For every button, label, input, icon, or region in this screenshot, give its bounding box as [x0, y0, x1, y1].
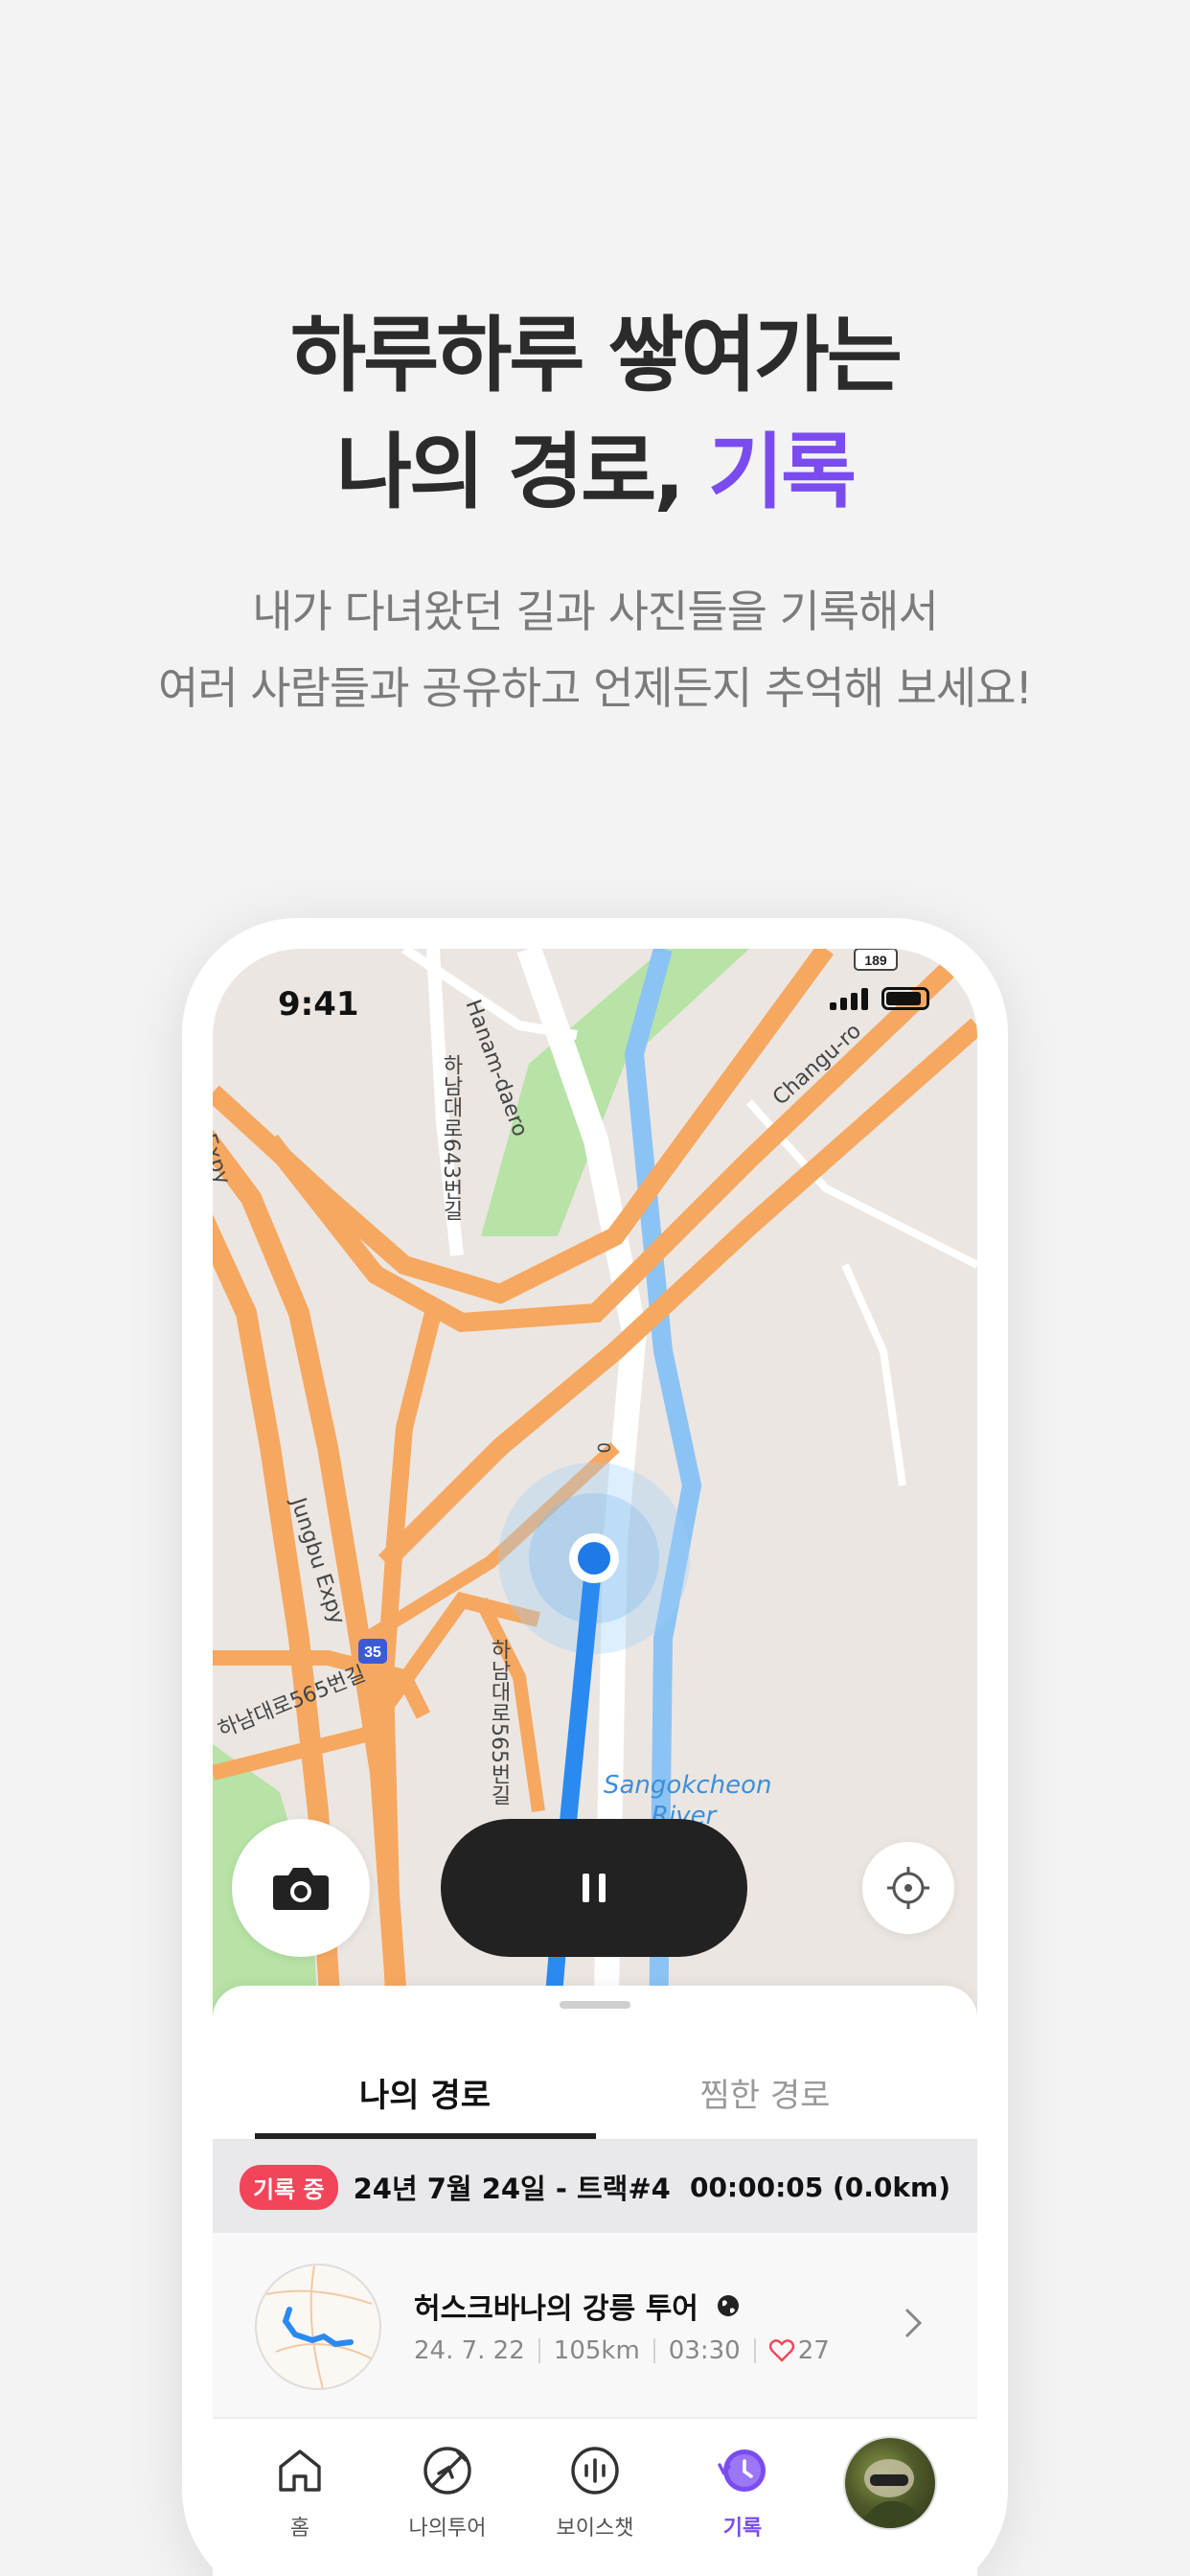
tab-my-routes[interactable]: 나의 경로	[255, 2072, 595, 2135]
label-river: Sangokcheon	[604, 1771, 772, 1800]
meta-divider	[652, 2338, 655, 2363]
route-date: 24. 7. 22	[414, 2336, 525, 2365]
phone-screen: 35 189 Hanam-daero 하남대로643번길 Changu-ro J…	[213, 949, 977, 2576]
crosshair-icon	[887, 1867, 929, 1909]
camera-icon	[273, 1868, 329, 1910]
bottom-navigation: 홈 나의투어 보이스챗 기록	[213, 2419, 977, 2576]
heart-icon	[768, 2339, 794, 2362]
nav-label-history: 기록	[722, 2517, 763, 2541]
route-likes[interactable]: 27	[768, 2336, 830, 2365]
recording-badge: 기록 중	[240, 2164, 338, 2210]
bottom-sheet: 나의 경로 찜한 경로 기록 중 24년 7월 24일 - 트랙#4 00:00…	[213, 1986, 977, 2576]
shield-189-text: 189	[864, 953, 887, 968]
tour-icon	[417, 2440, 478, 2501]
nav-item-history[interactable]: 기록	[671, 2419, 814, 2576]
nav-label-home: 홈	[289, 2517, 310, 2541]
pause-icon	[583, 1874, 606, 1902]
route-distance: 105km	[553, 2336, 640, 2365]
label-hanam-565-vertical: 하남대로565번길	[487, 1639, 511, 1806]
label-hanam-643: 하남대로643번길	[439, 1054, 463, 1221]
nav-item-my-tour[interactable]: 나의투어	[376, 2419, 519, 2576]
nav-item-voice-chat[interactable]: 보이스챗	[523, 2419, 667, 2576]
home-icon	[269, 2440, 331, 2501]
headline: 하루하루 쌓여가는 나의 경로, 기록	[0, 297, 1190, 531]
list-item[interactable]: 허스크바나의 강릉 투어 24. 7. 22 105km 03:30 27	[213, 2233, 977, 2419]
subline-line2: 여러 사람들과 공유하고 언제든지 추억해 보세요!	[158, 662, 1033, 714]
route-duration: 03:30	[668, 2336, 741, 2365]
subline: 내가 다녀왔던 길과 사진들을 기록해서 여러 사람들과 공유하고 언제든지 추…	[0, 573, 1190, 726]
tab-saved-routes[interactable]: 찜한 경로	[595, 2072, 935, 2135]
route-meta: 24. 7. 22 105km 03:30 27	[414, 2336, 830, 2365]
nav-label-voice-chat: 보이스챗	[556, 2517, 634, 2541]
recording-title: 24년 7월 24일 - 트랙#4	[353, 2173, 671, 2205]
status-time: 9:41	[278, 985, 359, 1024]
locate-button[interactable]	[862, 1842, 954, 1934]
subline-line1: 내가 다녀왔던 길과 사진들을 기록해서	[252, 586, 939, 637]
headline-line1: 하루하루 쌓여가는	[290, 308, 903, 403]
camera-button[interactable]	[232, 1819, 370, 1957]
chevron-right-icon[interactable]	[903, 2306, 924, 2340]
pause-recording-button[interactable]	[441, 1819, 747, 1957]
route-thumbnail	[255, 2264, 381, 2390]
headline-accent: 기록	[707, 425, 857, 520]
nav-item-profile[interactable]	[818, 2419, 962, 2576]
headline-line2: 나의 경로, 기록	[0, 414, 1190, 531]
meta-divider	[538, 2338, 540, 2363]
voice-chat-icon	[564, 2440, 626, 2501]
signal-icon	[830, 988, 868, 1010]
label-road-letter: 0	[593, 1442, 613, 1454]
avatar	[843, 2436, 937, 2530]
route-title: 허스크바나의 강릉 투어	[414, 2285, 741, 2327]
nav-item-home[interactable]: 홈	[228, 2419, 372, 2576]
route-thumbnail-map	[265, 2266, 378, 2388]
history-icon	[712, 2440, 773, 2501]
nav-label-my-tour: 나의투어	[408, 2517, 487, 2541]
map[interactable]: 35 189 Hanam-daero 하남대로643번길 Changu-ro J…	[213, 949, 977, 2050]
current-location-dot	[578, 1542, 610, 1575]
meta-divider	[753, 2338, 756, 2363]
recording-elapsed: 00:00:05 (0.0km)	[689, 2171, 950, 2203]
route-likes-count: 27	[797, 2336, 830, 2365]
route-tabs: 나의 경로 찜한 경로	[255, 2072, 935, 2135]
headline-line2-prefix: 나의 경로,	[335, 425, 708, 520]
status-icons	[830, 987, 929, 1010]
shield-35-text: 35	[364, 1644, 381, 1661]
recording-status-bar[interactable]: 기록 중 24년 7월 24일 - 트랙#4 00:00:05 (0.0km)	[213, 2141, 977, 2233]
tab-active-indicator	[255, 2133, 596, 2139]
route-title-text: 허스크바나의 강릉 투어	[414, 2292, 698, 2326]
sheet-handle[interactable]	[560, 2001, 630, 2009]
globe-icon	[717, 2295, 739, 2316]
battery-icon	[881, 987, 929, 1010]
